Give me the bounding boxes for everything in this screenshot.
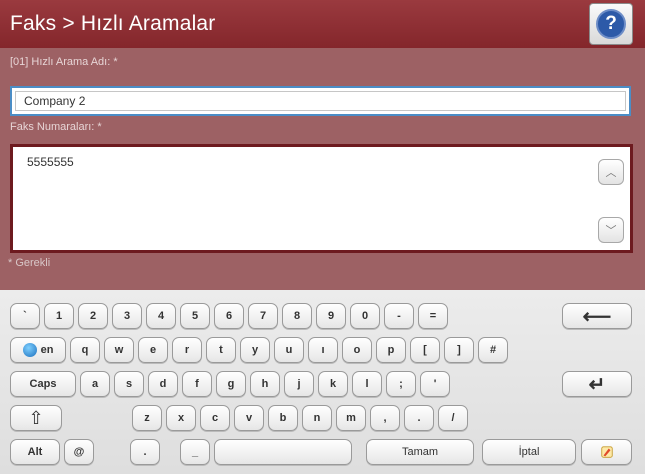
pencil-icon	[600, 446, 613, 458]
key-left-bracket[interactable]: [	[410, 337, 440, 363]
key-2[interactable]: 2	[78, 303, 108, 329]
key-0[interactable]: 0	[350, 303, 380, 329]
key-h[interactable]: h	[250, 371, 280, 397]
scroll-up-button[interactable]: ︿	[598, 159, 624, 185]
space-key[interactable]	[214, 439, 352, 465]
key-g[interactable]: g	[216, 371, 246, 397]
key-5[interactable]: 5	[180, 303, 210, 329]
caps-key[interactable]: Caps	[10, 371, 76, 397]
language-key[interactable]: en	[10, 337, 66, 363]
required-note: * Gerekli	[8, 257, 51, 269]
key-slash[interactable]: /	[438, 405, 468, 431]
key-r[interactable]: r	[172, 337, 202, 363]
key-j[interactable]: j	[284, 371, 314, 397]
page-title: Faks > Hızlı Aramalar	[10, 12, 216, 35]
key-3[interactable]: 3	[112, 303, 142, 329]
speed-dial-name-input[interactable]	[15, 91, 626, 111]
key-c[interactable]: c	[200, 405, 230, 431]
key-1[interactable]: 1	[44, 303, 74, 329]
chevron-down-icon: ﹀	[605, 225, 617, 237]
help-icon: ?	[596, 9, 626, 39]
key-l[interactable]: l	[352, 371, 382, 397]
key-underscore[interactable]: _	[180, 439, 210, 465]
shift-key[interactable]: ⇧	[10, 405, 62, 431]
fax-numbers-label: Faks Numaraları: *	[10, 121, 102, 133]
enter-key[interactable]: ↵	[562, 371, 632, 397]
backspace-key[interactable]: ⟵	[562, 303, 632, 329]
key-u[interactable]: u	[274, 337, 304, 363]
key-4[interactable]: 4	[146, 303, 176, 329]
scroll-down-button[interactable]: ﹀	[598, 217, 624, 243]
title-bar: Faks > Hızlı Aramalar ?	[0, 0, 645, 48]
shift-icon: ⇧	[28, 407, 44, 428]
key-f[interactable]: f	[182, 371, 212, 397]
cancel-button[interactable]: İptal	[482, 439, 576, 465]
key-w[interactable]: w	[104, 337, 134, 363]
key-backtick[interactable]: `	[10, 303, 40, 329]
key-v[interactable]: v	[234, 405, 264, 431]
key-semicolon[interactable]: ;	[386, 371, 416, 397]
key-b[interactable]: b	[268, 405, 298, 431]
speed-dial-name-label: [01] Hızlı Arama Adı: *	[10, 56, 118, 68]
key-t[interactable]: t	[206, 337, 236, 363]
key-6[interactable]: 6	[214, 303, 244, 329]
key-dotless-i[interactable]: ı	[308, 337, 338, 363]
key-minus[interactable]: -	[384, 303, 414, 329]
key-e[interactable]: e	[138, 337, 168, 363]
key-k[interactable]: k	[318, 371, 348, 397]
edit-button[interactable]	[581, 439, 632, 465]
key-hash[interactable]: #	[478, 337, 508, 363]
key-apostrophe[interactable]: '	[420, 371, 450, 397]
language-label: en	[40, 344, 54, 356]
backspace-icon: ⟵	[582, 305, 612, 328]
ok-button[interactable]: Tamam	[366, 439, 474, 465]
key-right-bracket[interactable]: ]	[444, 337, 474, 363]
key-x[interactable]: x	[166, 405, 196, 431]
fax-numbers-field[interactable]: 5555555 ︿ ﹀	[10, 144, 633, 253]
key-8[interactable]: 8	[282, 303, 312, 329]
key-a[interactable]: a	[80, 371, 110, 397]
fax-number-value: 5555555	[27, 155, 74, 169]
key-y[interactable]: y	[240, 337, 270, 363]
chevron-up-icon: ︿	[605, 167, 617, 179]
key-equals[interactable]: =	[418, 303, 448, 329]
key-z[interactable]: z	[132, 405, 162, 431]
key-n[interactable]: n	[302, 405, 332, 431]
enter-icon: ↵	[588, 373, 606, 396]
key-m[interactable]: m	[336, 405, 366, 431]
key-period[interactable]: .	[404, 405, 434, 431]
key-o[interactable]: o	[342, 337, 372, 363]
key-q[interactable]: q	[70, 337, 100, 363]
key-comma[interactable]: ,	[370, 405, 400, 431]
alt-key[interactable]: Alt	[10, 439, 60, 465]
key-7[interactable]: 7	[248, 303, 278, 329]
help-button[interactable]: ?	[589, 3, 633, 45]
key-s[interactable]: s	[114, 371, 144, 397]
globe-icon	[22, 343, 37, 357]
key-d[interactable]: d	[148, 371, 178, 397]
key-p[interactable]: p	[376, 337, 406, 363]
speed-dial-name-field[interactable]	[10, 86, 631, 116]
key-at[interactable]: @	[64, 439, 94, 465]
key-9[interactable]: 9	[316, 303, 346, 329]
key-dot[interactable]: .	[130, 439, 160, 465]
